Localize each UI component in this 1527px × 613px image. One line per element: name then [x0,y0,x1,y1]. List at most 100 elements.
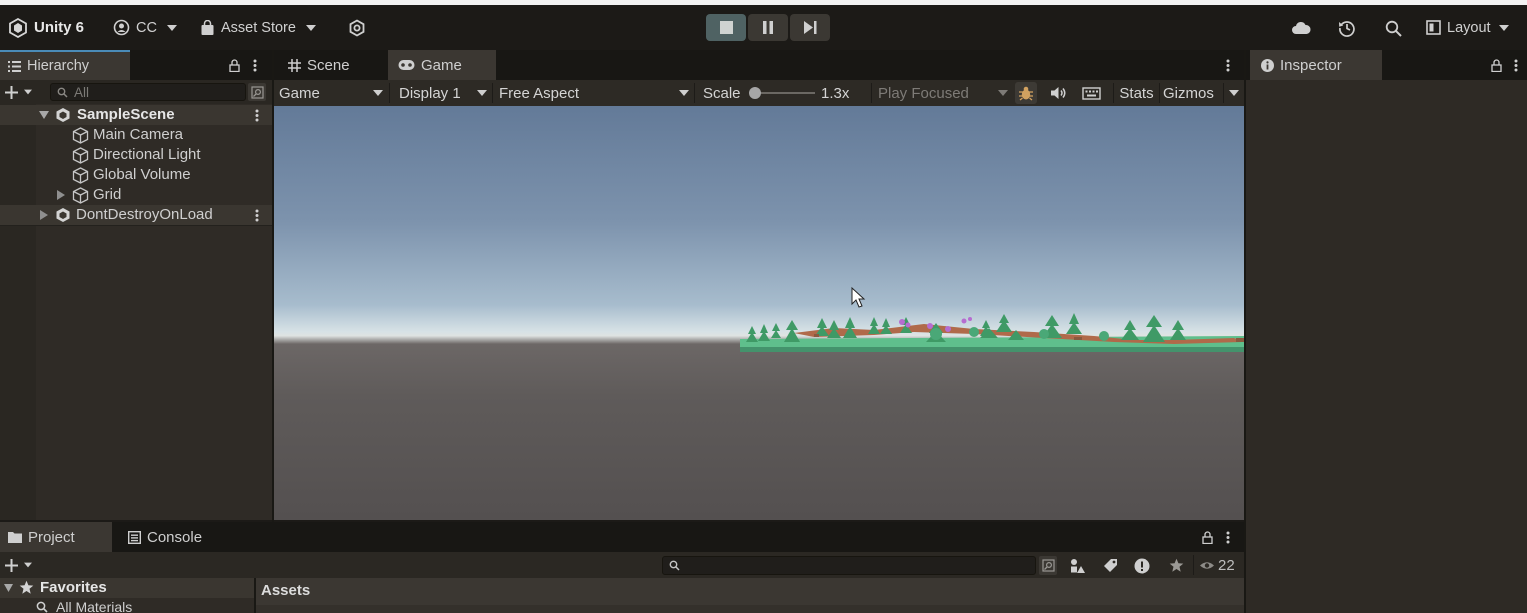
assets-label[interactable]: Assets [261,582,310,599]
more-options-icon[interactable] [1510,57,1522,73]
asset-store-dropdown[interactable]: Asset Store [200,5,316,50]
hierarchy-item[interactable]: Main Camera [0,125,272,145]
separator [389,83,390,103]
create-dropdown[interactable] [3,557,35,573]
play-focused-label: Play Focused [878,84,969,102]
search-placeholder: All [74,84,90,100]
hierarchy-dontdestroy-row[interactable]: DontDestroyOnLoad [0,205,272,225]
account-icon [113,19,130,36]
display-dropdown[interactable]: Display 1 [399,80,487,106]
hierarchy-search-input[interactable]: All [50,83,246,101]
expanded-arrow-icon [39,111,49,119]
unity-menu[interactable]: Unity 6 [8,5,84,50]
search-by-type-button[interactable] [248,83,266,101]
label-tag-icon[interactable] [1100,556,1120,575]
gizmos-dropdown[interactable] [1225,80,1243,106]
stats-button[interactable]: Stats [1115,80,1158,106]
pause-button[interactable] [748,14,788,41]
splitter[interactable] [254,578,256,613]
scale-slider-handle[interactable] [749,87,761,99]
splitter[interactable] [1244,50,1246,613]
splitter[interactable] [272,50,274,522]
plus-icon [5,558,18,572]
play-focused-dropdown[interactable]: Play Focused [878,80,1008,106]
search-icon[interactable] [1382,17,1404,39]
hierarchy-item-label: Global Volume [93,166,191,183]
tab-inspector[interactable]: Inspector [1250,50,1382,80]
hierarchy-item-label: Directional Light [93,146,201,163]
expanded-arrow-icon [4,584,13,592]
filter-search-icon [1041,559,1055,572]
aspect-dropdown[interactable]: Free Aspect [499,80,689,106]
pause-icon [762,21,774,34]
more-options-icon[interactable] [248,57,262,73]
more-options-icon[interactable] [255,209,259,222]
chevron-down-icon [373,90,383,96]
warning-circle-icon[interactable] [1132,556,1152,575]
cloud-icon[interactable] [1290,17,1312,39]
product-name: Unity 6 [34,19,85,36]
visible-count: 22 [1218,556,1235,574]
gameobject-cube-icon [72,147,89,164]
favorites-item[interactable]: All Materials [0,598,254,613]
history-icon[interactable] [1336,17,1358,39]
lock-icon[interactable] [226,57,242,73]
project-search-input[interactable] [662,556,1036,575]
list-icon [8,60,21,72]
more-options-icon[interactable] [255,109,259,122]
scale-slider-track[interactable] [753,92,815,94]
stop-play-button[interactable] [706,14,746,41]
hierarchy-item-label: Main Camera [93,126,184,143]
keyboard-icon[interactable] [1080,84,1102,102]
asset-store-label: Asset Store [221,19,296,36]
bug-icon[interactable] [1015,82,1037,104]
gizmos-label: Gizmos [1163,84,1214,102]
account-dropdown[interactable]: CC [113,5,177,50]
hierarchy-item[interactable]: Global Volume [0,165,272,185]
favorite-star-icon[interactable] [1166,556,1186,575]
tab-game-label: Game [421,56,462,74]
tab-console[interactable]: Console [120,522,220,552]
filter-by-type-icon[interactable] [1067,556,1087,575]
lock-icon[interactable] [1488,57,1504,73]
collapsed-arrow-icon[interactable] [40,210,48,220]
more-options-icon[interactable] [1222,57,1234,73]
gizmos-button[interactable]: Gizmos [1163,80,1214,106]
favorites-row[interactable]: Favorites [0,578,254,598]
dontdestroy-label: DontDestroyOnLoad [76,206,213,223]
package-icon[interactable] [346,17,368,39]
mouse-cursor-icon [851,286,866,308]
chevron-down-icon [477,90,487,96]
separator [1159,83,1160,103]
separator [694,83,695,103]
game-mode-dropdown[interactable]: Game [279,80,383,106]
hierarchy-item[interactable]: Grid [0,185,272,205]
collapsed-arrow-icon[interactable] [57,190,65,200]
display-label: Display 1 [399,84,461,102]
tab-scene-label: Scene [307,56,350,74]
step-button[interactable] [790,14,830,41]
visibility-toggle[interactable]: 22 [1199,552,1235,578]
chevron-down-icon [166,24,177,31]
tab-project[interactable]: Project [0,522,112,552]
hierarchy-scene-row[interactable]: SampleScene [0,105,272,125]
separator [492,83,493,103]
search-by-type-button[interactable] [1039,556,1057,575]
step-forward-icon [803,21,817,34]
gameobject-cube-icon [72,127,89,144]
game-view-toolbar: Game Display 1 Free Aspect Scale 1.3x Pl… [274,80,1244,106]
lock-icon[interactable] [1199,529,1215,545]
tab-scene[interactable]: Scene [280,50,384,80]
more-options-icon[interactable] [1222,529,1234,545]
create-dropdown[interactable] [3,84,35,100]
hierarchy-item[interactable]: Directional Light [0,145,272,165]
layout-dropdown[interactable]: Layout [1426,5,1509,50]
tab-game[interactable]: Game [388,50,496,80]
audio-icon[interactable] [1048,84,1068,102]
layout-icon [1426,20,1441,35]
chevron-down-icon [305,24,316,31]
tab-hierarchy[interactable]: Hierarchy [0,50,130,80]
unity-logo-icon [8,17,28,38]
game-viewport[interactable] [274,106,1244,520]
game-scene-render [740,286,1244,352]
